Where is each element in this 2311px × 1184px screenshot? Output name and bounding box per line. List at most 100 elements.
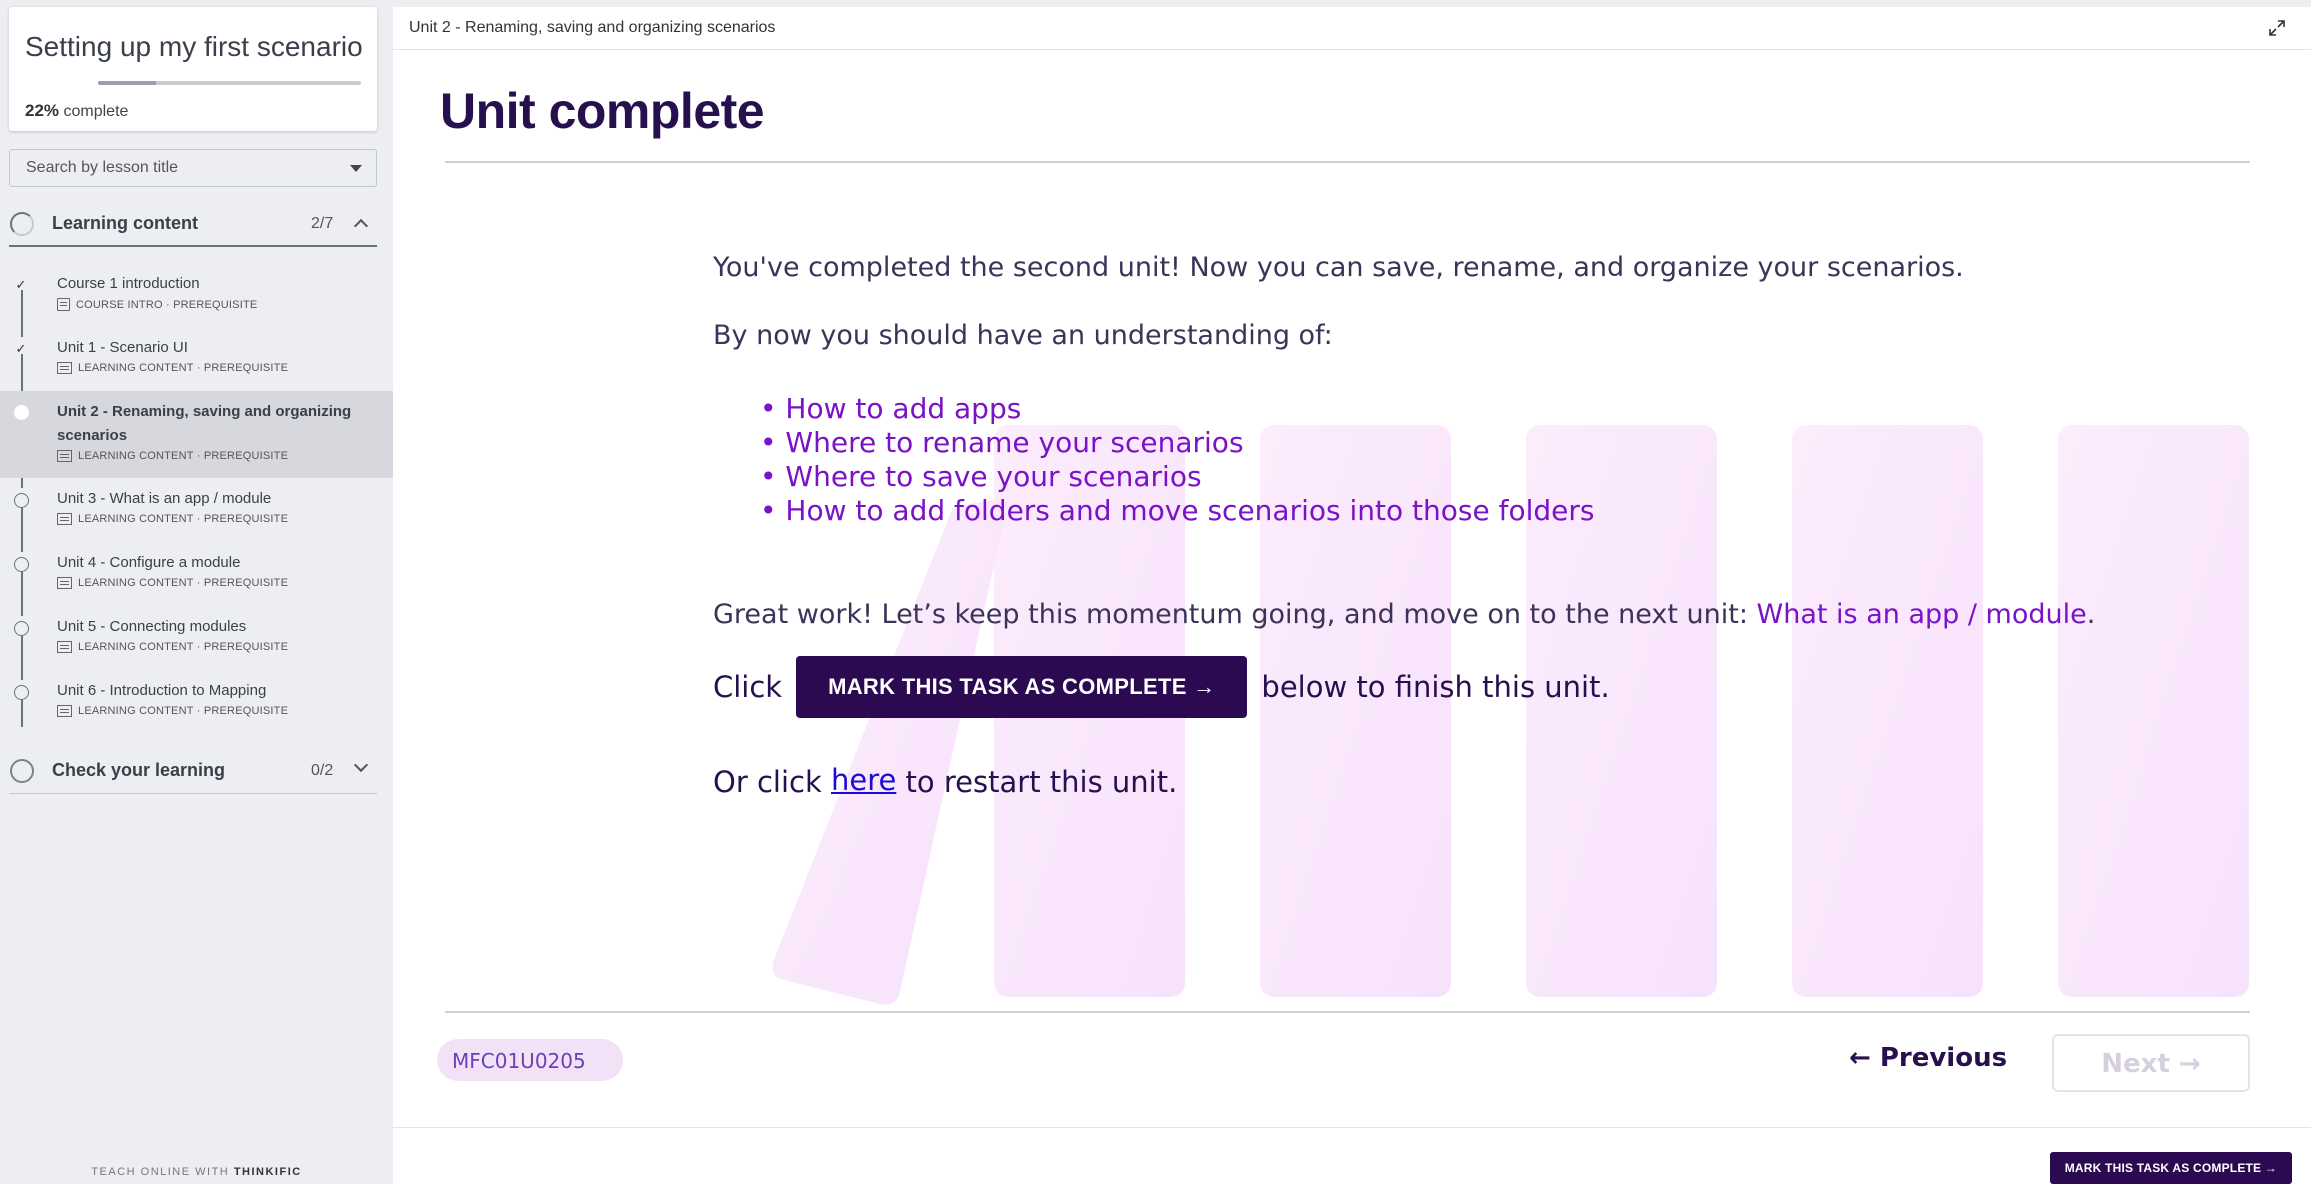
lesson-breadcrumb: Unit 2 - Renaming, saving and organizing… bbox=[409, 19, 776, 36]
caret-down-icon bbox=[350, 165, 362, 172]
previous-button[interactable]: ← Previous bbox=[1849, 1043, 2007, 1073]
click-prefix: Click bbox=[713, 670, 783, 704]
click-suffix: below to finish this unit. bbox=[1261, 670, 1610, 704]
restart-prefix: Or click bbox=[713, 765, 831, 799]
lesson-meta-text: LEARNING CONTENT · PREREQUISITE bbox=[78, 641, 289, 653]
list-item: Where to save your scenarios bbox=[760, 460, 1594, 494]
progress-text: 22% complete bbox=[25, 101, 128, 121]
chapter-count: 2/7 bbox=[311, 215, 334, 232]
next-button[interactable]: Next → bbox=[2052, 1034, 2250, 1092]
lesson-meta-text: LEARNING CONTENT · PREREQUISITE bbox=[78, 513, 289, 525]
course-progress-fill bbox=[98, 81, 156, 85]
lesson-content-area: Unit 2 - Renaming, saving and organizing… bbox=[393, 7, 2311, 1184]
next-unit-text: Great work! Let’s keep this momentum goi… bbox=[713, 599, 2095, 630]
list-item: How to add folders and move scenarios in… bbox=[760, 494, 1594, 528]
incomplete-circle-icon bbox=[14, 621, 29, 636]
decorative-background-art bbox=[772, 425, 2249, 1005]
lesson-title: Unit 4 - Configure a module bbox=[57, 554, 241, 571]
progress-suffix: complete bbox=[63, 103, 129, 120]
understanding-text: By now you should have an understanding … bbox=[713, 320, 1333, 351]
lesson-topbar: Unit 2 - Renaming, saving and organizing… bbox=[393, 7, 2311, 50]
restart-link[interactable]: here bbox=[831, 763, 896, 797]
incomplete-circle-icon bbox=[14, 685, 29, 700]
unit-code-badge: MFC01U0205 bbox=[437, 1039, 623, 1081]
course-progress-card: Setting up my first scenario 22% complet… bbox=[9, 7, 377, 131]
lesson-meta-text: LEARNING CONTENT · PREREQUISITE bbox=[78, 450, 289, 462]
list-item: Where to rename your scenarios bbox=[760, 426, 1594, 460]
chapter-progress-icon bbox=[10, 212, 34, 236]
lesson-meta-text: LEARNING CONTENT · PREREQUISITE bbox=[78, 362, 289, 374]
lesson-meta: LEARNING CONTENT · PREREQUISITE bbox=[57, 362, 288, 374]
thinkific-brand[interactable]: THINKIFIC bbox=[234, 1166, 302, 1178]
lesson-title: Unit 2 - Renaming, saving and organizing… bbox=[57, 403, 352, 444]
multimedia-icon bbox=[57, 450, 72, 462]
check-icon: ✓ bbox=[15, 277, 27, 292]
lesson-item[interactable]: ✓ Unit 1 - Scenario UI LEARNING CONTENT … bbox=[0, 327, 393, 391]
mark-complete-inline-button[interactable]: MARK THIS TASK AS COMPLETE → bbox=[796, 656, 1248, 718]
chapter-divider bbox=[9, 793, 377, 794]
chevron-up-icon bbox=[353, 218, 369, 234]
lesson-meta-text: LEARNING CONTENT · PREREQUISITE bbox=[78, 705, 289, 717]
page-title: Unit complete bbox=[440, 83, 765, 139]
chapter-label: Learning content bbox=[52, 213, 199, 233]
powered-by: TEACH ONLINE WITH THINKIFIC bbox=[0, 1166, 393, 1178]
chapter-divider bbox=[9, 245, 377, 247]
multimedia-icon bbox=[57, 577, 72, 589]
lesson-meta: COURSE INTRO · PREREQUISITE bbox=[57, 298, 257, 311]
incomplete-circle-icon bbox=[14, 493, 29, 508]
lesson-meta-text: COURSE INTRO · PREREQUISITE bbox=[76, 298, 258, 311]
next-unit-prefix: Great work! Let’s keep this momentum goi… bbox=[713, 599, 1757, 630]
list-item: How to add apps bbox=[760, 392, 1594, 426]
intro-text: You've completed the second unit! Now yo… bbox=[713, 252, 1964, 283]
lesson-title: Unit 3 - What is an app / module bbox=[57, 490, 272, 507]
lesson-item-current[interactable]: Unit 2 - Renaming, saving and organizing… bbox=[0, 391, 393, 478]
next-unit-suffix: . bbox=[2086, 599, 2096, 630]
lesson-meta: LEARNING CONTENT · PREREQUISITE bbox=[57, 641, 288, 653]
check-icon: ✓ bbox=[15, 341, 27, 356]
multimedia-icon bbox=[57, 705, 72, 717]
lesson-item[interactable]: ✓ Course 1 introduction COURSE INTRO · P… bbox=[0, 263, 393, 327]
chapter-check-your-learning[interactable]: Check your learning 0/2 bbox=[0, 748, 393, 794]
lesson-title: Unit 6 - Introduction to Mapping bbox=[57, 682, 267, 699]
current-lesson-icon bbox=[14, 405, 29, 420]
lesson-title: Unit 1 - Scenario UI bbox=[57, 339, 188, 356]
lesson-meta: LEARNING CONTENT · PREREQUISITE bbox=[57, 450, 288, 462]
incomplete-circle-icon bbox=[14, 557, 29, 572]
lesson-meta: LEARNING CONTENT · PREREQUISITE bbox=[57, 513, 288, 525]
title-divider bbox=[445, 161, 2250, 163]
course-sidebar: Setting up my first scenario 22% complet… bbox=[0, 0, 393, 1184]
multimedia-icon bbox=[57, 362, 72, 374]
lesson-search-placeholder: Search by lesson title bbox=[26, 159, 179, 176]
next-unit-link[interactable]: What is an app / module bbox=[1757, 599, 2087, 630]
chevron-down-icon bbox=[353, 757, 369, 773]
lesson-meta: LEARNING CONTENT · PREREQUISITE bbox=[57, 577, 288, 589]
learning-outcomes-list: How to add apps Where to rename your sce… bbox=[760, 392, 1594, 528]
fullscreen-expand-icon[interactable] bbox=[2267, 18, 2287, 38]
lesson-item[interactable]: Unit 3 - What is an app / module LEARNIN… bbox=[0, 478, 393, 542]
multimedia-icon bbox=[57, 641, 72, 653]
course-title: Setting up my first scenario bbox=[25, 31, 363, 62]
progress-percent: 22% bbox=[25, 101, 60, 120]
lesson-meta-text: LEARNING CONTENT · PREREQUISITE bbox=[78, 577, 289, 589]
powered-prefix: TEACH ONLINE WITH bbox=[91, 1166, 230, 1178]
lesson-search-dropdown[interactable]: Search by lesson title bbox=[9, 149, 377, 187]
course-progress-bar bbox=[98, 81, 361, 85]
restart-suffix: to restart this unit. bbox=[896, 765, 1178, 799]
restart-instruction: Or click here to restart this unit. bbox=[713, 763, 1177, 799]
lesson-meta: LEARNING CONTENT · PREREQUISITE bbox=[57, 705, 288, 717]
chapter-progress-icon bbox=[10, 759, 34, 783]
click-instruction: Click MARK THIS TASK AS COMPLETE → below t… bbox=[713, 656, 1610, 718]
chapter-label: Check your learning bbox=[52, 760, 226, 780]
lesson-item[interactable]: Unit 5 - Connecting modules LEARNING CON… bbox=[0, 606, 393, 670]
content-divider bbox=[445, 1011, 2250, 1013]
multimedia-icon bbox=[57, 513, 72, 525]
lesson-footer: MARK THIS TASK AS COMPLETE → bbox=[393, 1127, 2311, 1184]
chapter-count: 0/2 bbox=[311, 762, 334, 779]
chapter-learning-content[interactable]: Learning content 2/7 bbox=[0, 201, 393, 247]
mark-complete-button[interactable]: MARK THIS TASK AS COMPLETE → bbox=[2049, 1152, 2292, 1184]
lesson-item[interactable]: Unit 6 - Introduction to Mapping LEARNIN… bbox=[0, 670, 393, 734]
lesson-title: Course 1 introduction bbox=[57, 275, 200, 292]
lesson-title: Unit 5 - Connecting modules bbox=[57, 618, 247, 635]
document-icon bbox=[57, 298, 70, 311]
lesson-item[interactable]: Unit 4 - Configure a module LEARNING CON… bbox=[0, 542, 393, 606]
